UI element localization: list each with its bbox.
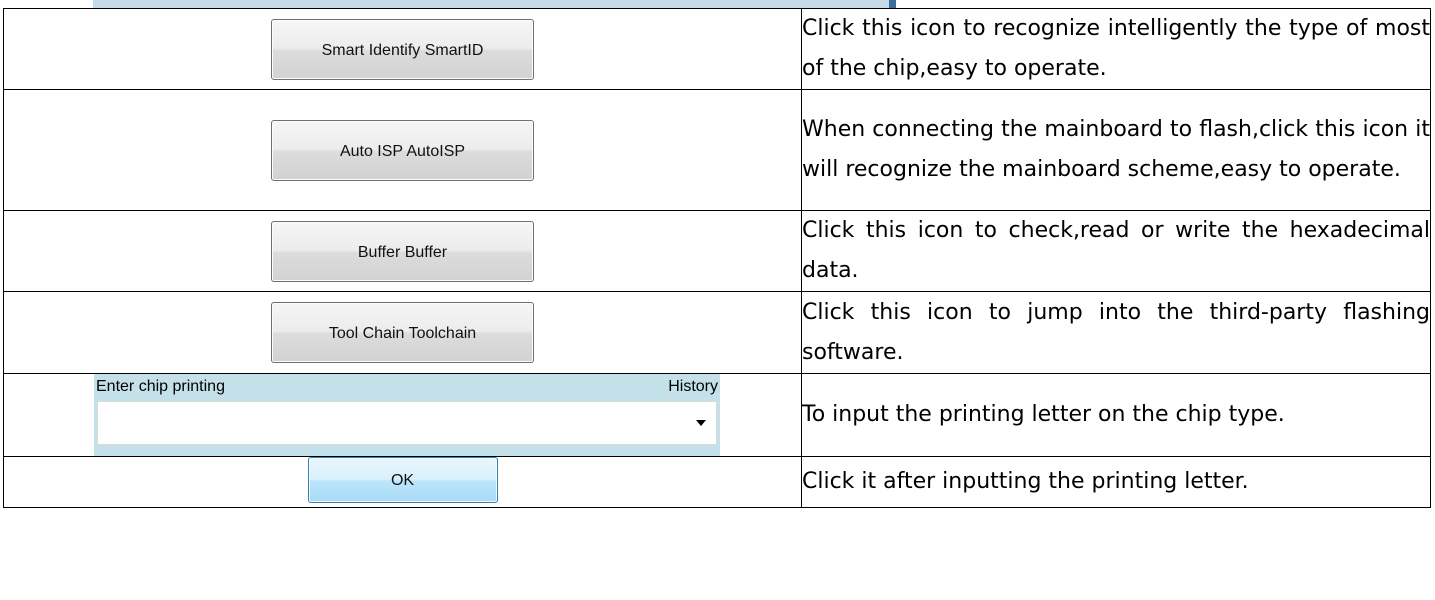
- auto-isp-button[interactable]: Auto ISP AutoISP: [271, 119, 534, 181]
- table-row: OK Click it after inputting the printing…: [3, 456, 1431, 508]
- table-row: Auto ISP AutoISP When connecting the mai…: [3, 89, 1431, 211]
- button-cell: Buffer Buffer: [3, 210, 802, 292]
- smart-identify-button[interactable]: Smart Identify SmartID: [271, 18, 534, 80]
- description-cell: Click this icon to jump into the third-p…: [801, 291, 1431, 374]
- table-row: Enter chip printing History To input the…: [3, 373, 1431, 457]
- button-cell: OK: [3, 456, 802, 508]
- description-cell: Click this icon to recognize intelligent…: [801, 8, 1431, 90]
- history-link[interactable]: History: [668, 378, 718, 396]
- button-cell: Auto ISP AutoISP: [3, 89, 802, 211]
- chip-printing-label: Enter chip printing: [96, 378, 225, 395]
- button-cell: Smart Identify SmartID: [3, 8, 802, 90]
- table-row: Buffer Buffer Click this icon to check,r…: [3, 210, 1431, 292]
- buffer-button[interactable]: Buffer Buffer: [271, 220, 534, 282]
- description-cell: To input the printing letter on the chip…: [801, 373, 1431, 457]
- top-window-strip-edge: [889, 0, 896, 8]
- toolchain-button[interactable]: Tool Chain Toolchain: [271, 302, 534, 363]
- ok-button[interactable]: OK: [307, 457, 498, 503]
- dropdown-arrow-icon[interactable]: [696, 420, 706, 426]
- chip-input-cell: Enter chip printing History: [3, 373, 802, 457]
- chip-printing-header: Enter chip printing History: [96, 378, 718, 398]
- chip-printing-combobox[interactable]: [97, 401, 717, 445]
- table-row: Tool Chain Toolchain Click this icon to …: [3, 291, 1431, 374]
- description-cell: Click it after inputting the printing le…: [801, 456, 1431, 508]
- button-cell: Tool Chain Toolchain: [3, 291, 802, 374]
- description-cell: Click this icon to check,read or write t…: [801, 210, 1431, 292]
- table-row: Smart Identify SmartID Click this icon t…: [3, 8, 1431, 90]
- feature-table: Smart Identify SmartID Click this icon t…: [3, 8, 1431, 508]
- chip-printing-panel: Enter chip printing History: [94, 374, 720, 456]
- description-cell: When connecting the mainboard to flash,c…: [801, 89, 1431, 211]
